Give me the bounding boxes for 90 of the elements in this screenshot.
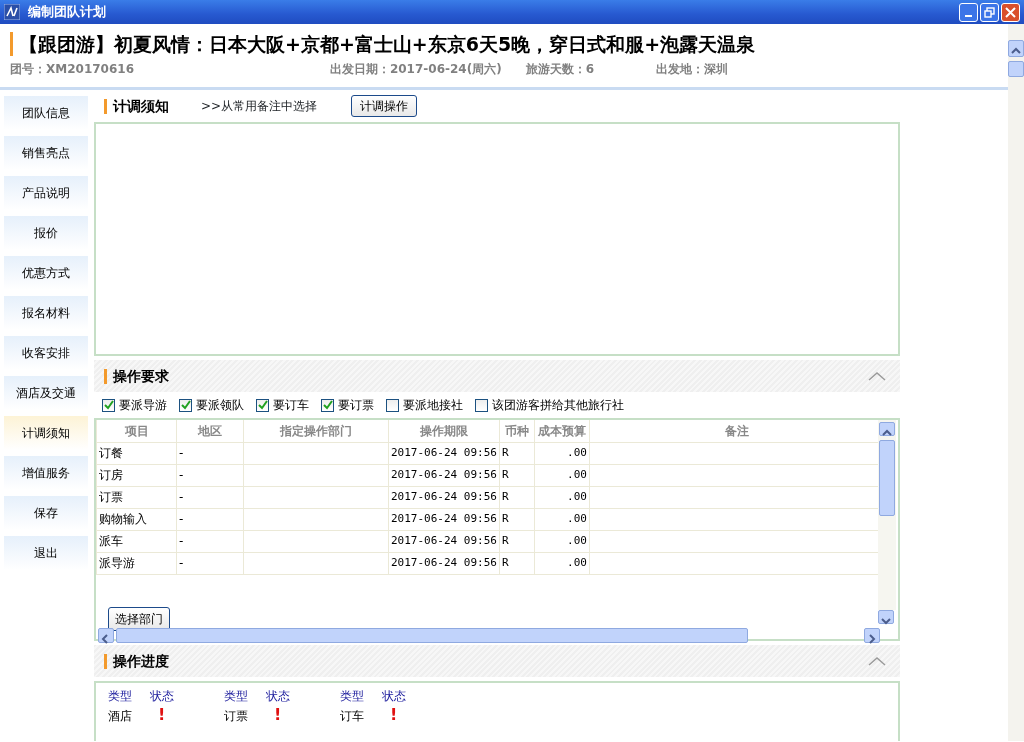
scrollbar-thumb[interactable] [1008,61,1024,77]
checkbox[interactable] [102,398,115,412]
table-cell: 2017-06-24 09:56 [391,489,497,503]
table-cell: 2017-06-24 09:56 [391,445,497,459]
column-header: 地区 [176,420,244,442]
table-cell: R [501,445,509,459]
column-header: 操作期限 [388,420,500,442]
column-header: 项目 [96,420,177,442]
operation-button[interactable]: 计调操作 [351,95,418,117]
common-notes-link[interactable]: >>从常用备注中选择 [201,97,318,115]
column-header: 状态 [150,688,175,705]
collapse-icon[interactable] [868,371,886,381]
column-header: 状态 [382,688,407,705]
table-cell: R [501,511,509,525]
table-cell: 订餐 [99,446,123,460]
checkbox-label: 要订票 [338,397,374,414]
column-header: 币种 [499,420,535,442]
table-cell: .00 [567,511,587,525]
scroll-up-button[interactable] [879,422,895,436]
scroll-left-button[interactable] [98,628,114,643]
select-department-button[interactable]: 选择部门 [108,607,170,631]
table-cell-text: 酒店 [108,708,133,725]
column-header: 指定操作部门 [243,420,389,442]
window-title: 编制团队计划 [28,3,107,22]
status-text: ! [390,705,398,724]
table-cell: 2017-06-24 09:56 [391,555,497,569]
table-cell: - [179,512,184,526]
column-header: 类型 [224,688,249,705]
table-cell: 2017-06-24 09:56 [391,467,497,481]
close-button[interactable] [1001,2,1020,22]
minimize-icon [965,15,972,17]
table-cell: .00 [567,555,587,569]
table-cell: R [501,555,509,569]
checkbox[interactable] [386,398,399,412]
section-heading: 计调须知 [104,98,169,114]
table-cell: 订票 [99,490,123,504]
table-cell: R [501,489,509,503]
table-cell: - [179,468,184,482]
table-cell: .00 [567,489,587,503]
team-number: 团号：XM20170616 [10,61,134,78]
close-icon [1005,6,1016,18]
table-cell: 派车 [99,534,123,548]
departure-date: 出发日期：2017-06-24(周六) [329,61,502,78]
table-cell: .00 [567,445,587,459]
column-header: 类型 [108,688,133,705]
table-cell: - [179,490,184,504]
checkbox[interactable] [256,398,269,412]
scroll-down-button[interactable] [878,610,894,624]
column-header: 类型 [340,688,365,705]
table-cell: R [501,467,509,481]
horizontal-scrollbar-thumb[interactable] [116,628,748,643]
status-text: ! [158,705,166,724]
minimize-button[interactable] [959,2,978,22]
section-heading: 操作要求 [104,368,169,384]
table-cell: 购物输入 [99,512,147,526]
table-cell: .00 [567,533,587,547]
checkbox[interactable] [321,398,334,412]
checkbox-label: 要派导游 [119,397,167,414]
table-cell: 派导游 [99,556,135,570]
tour-days: 旅游天数：6 [525,60,594,78]
collapse-icon[interactable] [868,656,886,666]
checkbox-label: 该团游客拼给其他旅行社 [492,397,624,414]
table-cell: - [179,534,184,548]
column-header: 成本预算 [534,420,590,442]
column-header: 状态 [266,688,291,705]
checkbox-label: 要订车 [273,397,309,414]
scroll-up-button[interactable] [1008,40,1024,57]
section-heading: 操作进度 [104,653,169,669]
scroll-right-button[interactable] [864,628,880,643]
restore-icon [984,6,995,18]
sidebar-item[interactable]: 计调须知 [4,416,88,450]
table-cell: - [179,556,184,570]
checkbox[interactable] [179,398,192,412]
restore-button[interactable] [980,2,999,22]
departure-city: 出发地：深圳 [656,61,728,78]
checkbox-label: 要派地接社 [403,397,463,414]
table-cell: 2017-06-24 09:56 [391,533,497,547]
tour-title: 【跟团游】初夏风情：日本大阪+京都+富士山+东京6天5晚，穿日式和服+泡露天温泉 [10,32,998,56]
table-cell-text: 订车 [340,708,365,725]
scrollbar-thumb[interactable] [879,440,895,516]
table-cell: .00 [567,467,587,481]
table-cell-text: 订票 [224,708,249,725]
table-cell: R [501,533,509,547]
checkbox-label: 要派领队 [196,397,244,414]
checkbox[interactable] [475,398,488,412]
table-cell: 2017-06-24 09:56 [391,511,497,525]
table-cell: 订房 [99,468,123,482]
status-text: ! [274,705,282,724]
app-icon [4,4,20,20]
table-cell: - [179,446,184,460]
